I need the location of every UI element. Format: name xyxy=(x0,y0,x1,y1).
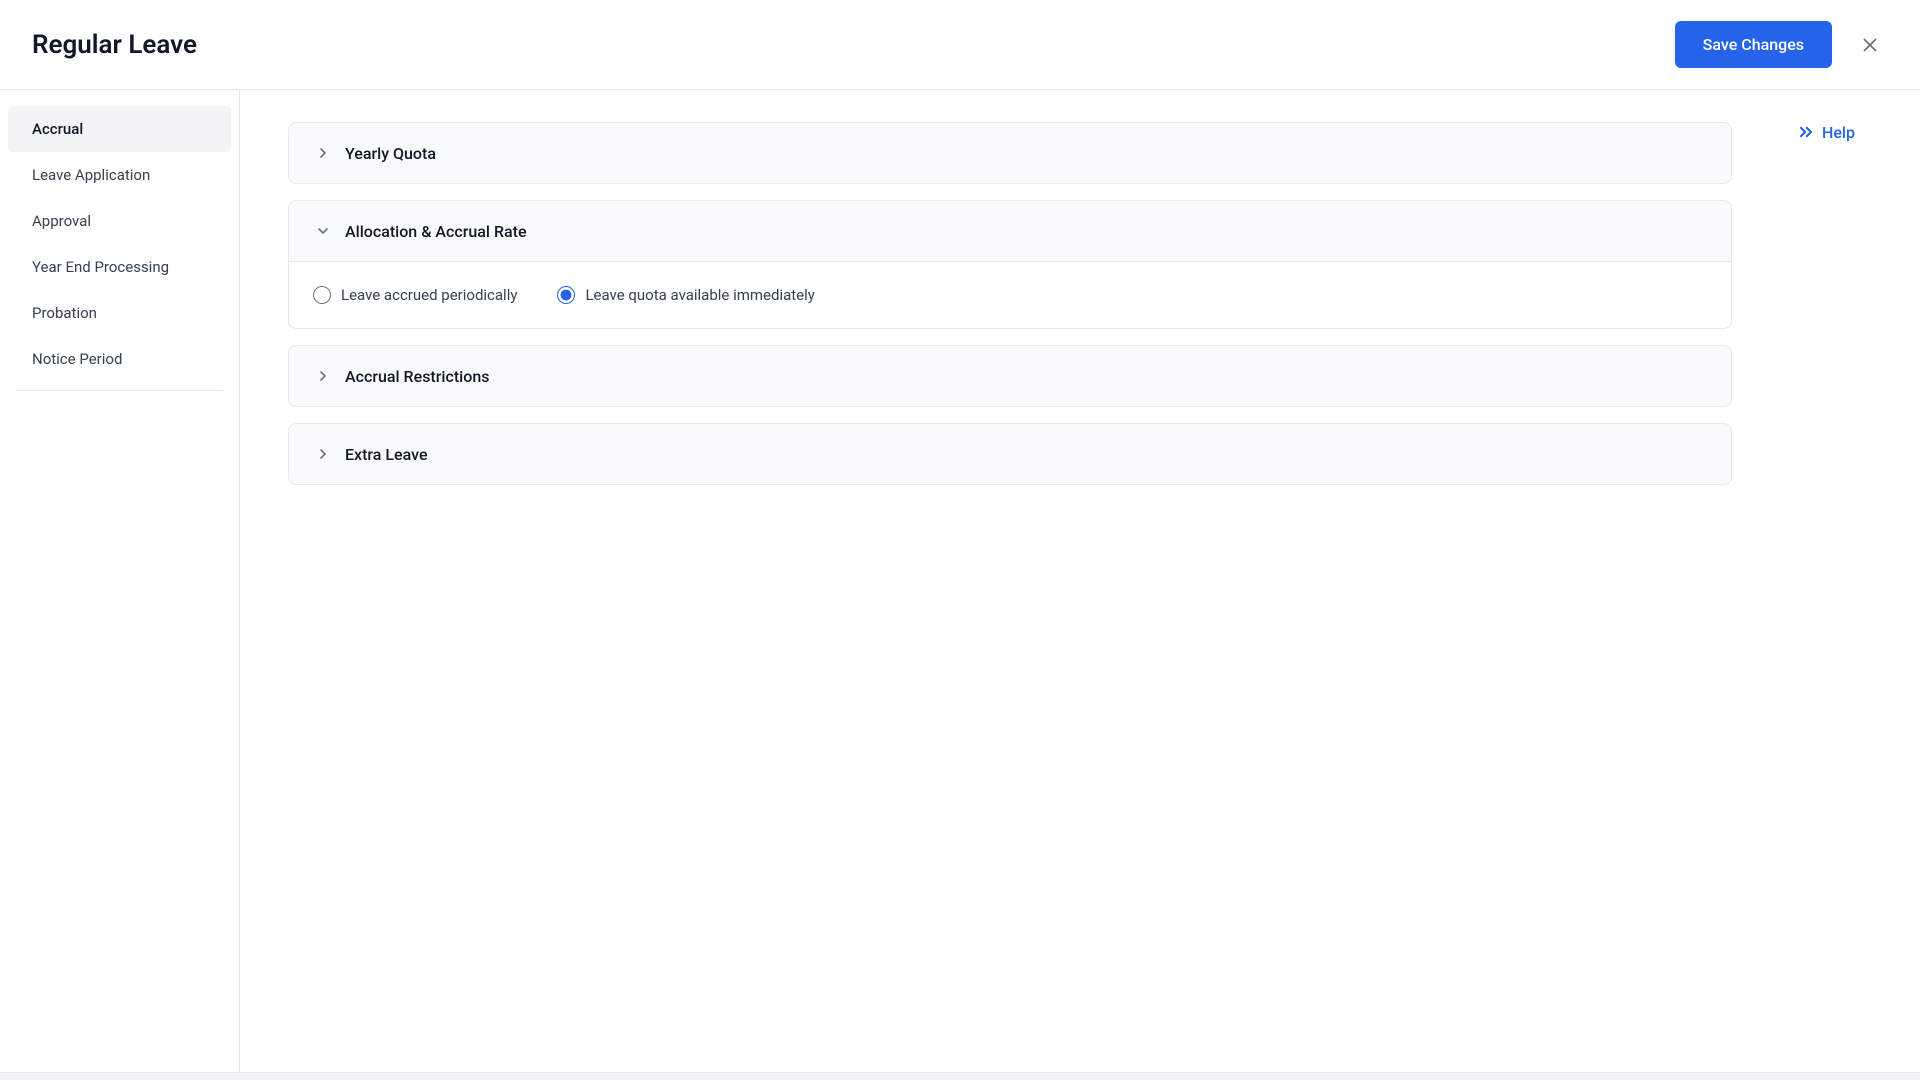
sidebar-item-probation[interactable]: Probation xyxy=(8,290,231,336)
chevron-right-icon xyxy=(313,143,333,163)
content-area: Yearly Quota Allocation & Accrual Rate xyxy=(240,90,1780,1072)
immediate-radio-text: Leave quota available immediately xyxy=(585,286,814,304)
extra-leave-section: Extra Leave xyxy=(288,423,1732,485)
extra-leave-title: Extra Leave xyxy=(345,445,428,464)
yearly-quota-title: Yearly Quota xyxy=(345,144,436,163)
bottom-bar xyxy=(0,1072,1920,1080)
sidebar-divider xyxy=(16,390,223,391)
sidebar: Accrual Leave Application Approval Year … xyxy=(0,90,240,1072)
page-container: Regular Leave Save Changes Accrual Leave… xyxy=(0,0,1920,1080)
accrual-restrictions-header[interactable]: Accrual Restrictions xyxy=(289,346,1731,406)
close-icon xyxy=(1859,34,1881,56)
help-chevron-icon xyxy=(1796,122,1816,142)
chevron-right-icon-2 xyxy=(313,366,333,386)
sidebar-item-approval[interactable]: Approval xyxy=(8,198,231,244)
allocation-accrual-section: Allocation & Accrual Rate Leave accrued … xyxy=(288,200,1732,329)
save-button[interactable]: Save Changes xyxy=(1675,21,1832,68)
allocation-accrual-header[interactable]: Allocation & Accrual Rate xyxy=(289,201,1731,262)
header: Regular Leave Save Changes xyxy=(0,0,1920,90)
sidebar-item-accrual[interactable]: Accrual xyxy=(8,106,231,152)
allocation-accrual-title: Allocation & Accrual Rate xyxy=(345,222,527,241)
periodic-radio-text: Leave accrued periodically xyxy=(341,286,517,304)
page-title: Regular Leave xyxy=(32,30,197,60)
help-label: Help xyxy=(1822,123,1855,142)
sidebar-item-leave-application[interactable]: Leave Application xyxy=(8,152,231,198)
immediate-radio-input[interactable] xyxy=(557,286,575,304)
allocation-accrual-content: Leave accrued periodically Leave quota a… xyxy=(289,262,1731,328)
yearly-quota-header[interactable]: Yearly Quota xyxy=(289,123,1731,183)
accrual-restrictions-section: Accrual Restrictions xyxy=(288,345,1732,407)
yearly-quota-section: Yearly Quota xyxy=(288,122,1732,184)
chevron-right-icon-3 xyxy=(313,444,333,464)
immediate-radio-label[interactable]: Leave quota available immediately xyxy=(557,286,814,304)
accrual-radio-group: Leave accrued periodically Leave quota a… xyxy=(313,286,1707,304)
sidebar-item-notice-period[interactable]: Notice Period xyxy=(8,336,231,382)
periodic-radio-input[interactable] xyxy=(313,286,331,304)
help-panel: Help xyxy=(1780,90,1920,1072)
sidebar-item-year-end-processing[interactable]: Year End Processing xyxy=(8,244,231,290)
main-layout: Accrual Leave Application Approval Year … xyxy=(0,90,1920,1072)
header-actions: Save Changes xyxy=(1675,21,1888,68)
accrual-restrictions-title: Accrual Restrictions xyxy=(345,367,489,386)
close-button[interactable] xyxy=(1852,27,1888,63)
extra-leave-header[interactable]: Extra Leave xyxy=(289,424,1731,484)
periodic-radio-label[interactable]: Leave accrued periodically xyxy=(313,286,517,304)
chevron-down-icon xyxy=(313,221,333,241)
help-link[interactable]: Help xyxy=(1796,122,1904,142)
